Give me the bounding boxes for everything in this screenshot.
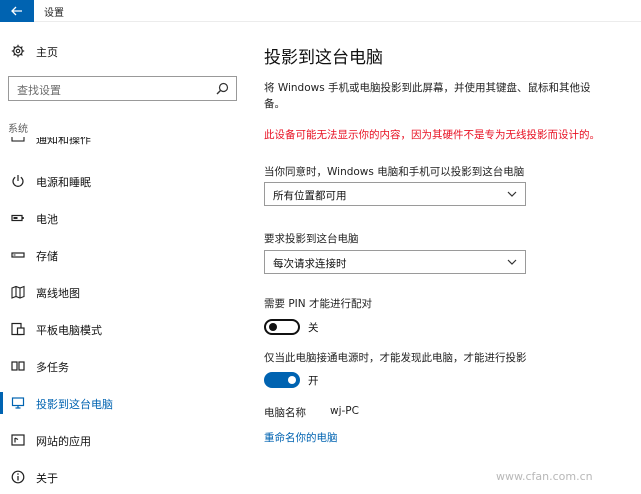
power-discovery-toggle[interactable] <box>264 372 300 388</box>
power-discovery-state: 开 <box>308 375 319 387</box>
chevron-down-icon <box>507 191 517 197</box>
main-content: 投影到这台电脑 将 Windows 手机或电脑投影到此屏幕，并使用其键盘、鼠标和… <box>250 23 641 494</box>
require-pin-toggle[interactable] <box>264 319 300 335</box>
tablet-mode-icon <box>11 322 25 336</box>
apps-for-websites-icon <box>11 434 25 446</box>
sidebar-item-about[interactable]: 关于 <box>0 463 250 491</box>
title-bar: 设置 <box>0 0 641 22</box>
back-button[interactable] <box>0 0 34 22</box>
multitasking-icon <box>11 361 25 371</box>
sidebar-item-label: 投影到这台电脑 <box>36 398 113 411</box>
ask-to-project-value: 每次请求连接时 <box>273 258 347 270</box>
pc-name-label: 电脑名称 <box>264 407 306 419</box>
page-title: 投影到这台电脑 <box>264 48 383 68</box>
availability-value: 所有位置都可用 <box>273 190 347 202</box>
sidebar-item-label: 网站的应用 <box>36 435 91 448</box>
page-description: 将 Windows 手机或电脑投影到此屏幕，并使用其键盘、鼠标和其他设备。 <box>264 82 591 110</box>
back-arrow-icon <box>11 6 22 16</box>
sidebar-item-label: 离线地图 <box>36 287 80 300</box>
home-label: 主页 <box>36 46 58 59</box>
search-input[interactable]: 查找设置 <box>8 76 237 101</box>
chevron-down-icon <box>507 259 517 265</box>
battery-icon <box>11 214 24 222</box>
sidebar-item-tablet-mode[interactable]: 平板电脑模式 <box>0 315 250 343</box>
sidebar-item-label: 关于 <box>36 472 58 485</box>
storage-icon <box>11 252 25 258</box>
sidebar-item-label: 存储 <box>36 250 58 263</box>
sidebar-item-power-sleep[interactable]: 电源和睡眠 <box>0 167 250 195</box>
window-title: 设置 <box>44 8 64 19</box>
rename-pc-link[interactable]: 重命名你的电脑 <box>264 430 338 445</box>
sidebar-item-label: 多任务 <box>36 361 69 374</box>
sidebar-item-label: 电池 <box>36 213 58 226</box>
selection-indicator <box>0 392 3 414</box>
sidebar-item-projecting[interactable]: 投影到这台电脑 <box>0 389 250 417</box>
sidebar-item-notifications[interactable]: 通知和操作 <box>0 137 250 149</box>
hardware-warning: 此设备可能无法显示你的内容，因为其硬件不是专为无线投影而设计的。 <box>264 129 600 141</box>
gear-icon <box>11 44 25 58</box>
sidebar-item-label: 通知和操作 <box>36 137 91 146</box>
sidebar: 主页 查找设置 系统 通知和操作 电源和睡眠 电池 存储 离线地图 平板电脑模式… <box>0 23 250 494</box>
power-discovery-label: 仅当此电脑接通电源时，才能发现此电脑，才能进行投影 <box>264 352 527 364</box>
notifications-icon <box>11 137 25 142</box>
sidebar-item-storage[interactable]: 存储 <box>0 241 250 269</box>
toggle-knob <box>288 376 296 384</box>
sidebar-item-battery[interactable]: 电池 <box>0 204 250 232</box>
require-pin-label: 需要 PIN 才能进行配对 <box>264 298 372 310</box>
search-placeholder: 查找设置 <box>17 84 61 97</box>
sidebar-item-label: 平板电脑模式 <box>36 324 102 337</box>
group-label: 系统 <box>8 124 28 135</box>
ask-to-project-dropdown[interactable]: 每次请求连接时 <box>264 250 526 274</box>
sidebar-home[interactable]: 主页 <box>0 40 250 62</box>
toggle-knob <box>269 323 277 331</box>
require-pin-state: 关 <box>308 322 319 334</box>
info-icon <box>11 470 25 484</box>
sidebar-item-multitasking[interactable]: 多任务 <box>0 352 250 380</box>
project-icon <box>11 397 25 409</box>
availability-label: 当你同意时，Windows 电脑和手机可以投影到这台电脑 <box>264 166 525 178</box>
watermark: www.cfan.com.cn <box>496 470 593 483</box>
availability-dropdown[interactable]: 所有位置都可用 <box>264 182 526 206</box>
sidebar-item-label: 电源和睡眠 <box>36 176 91 189</box>
ask-to-project-label: 要求投影到这台电脑 <box>264 233 359 245</box>
sidebar-item-apps-for-websites[interactable]: 网站的应用 <box>0 426 250 454</box>
sidebar-item-offline-maps[interactable]: 离线地图 <box>0 278 250 306</box>
pc-name-value: wj-PC <box>330 405 359 417</box>
map-icon <box>11 285 25 299</box>
search-icon[interactable] <box>216 82 229 95</box>
power-icon <box>12 175 24 187</box>
